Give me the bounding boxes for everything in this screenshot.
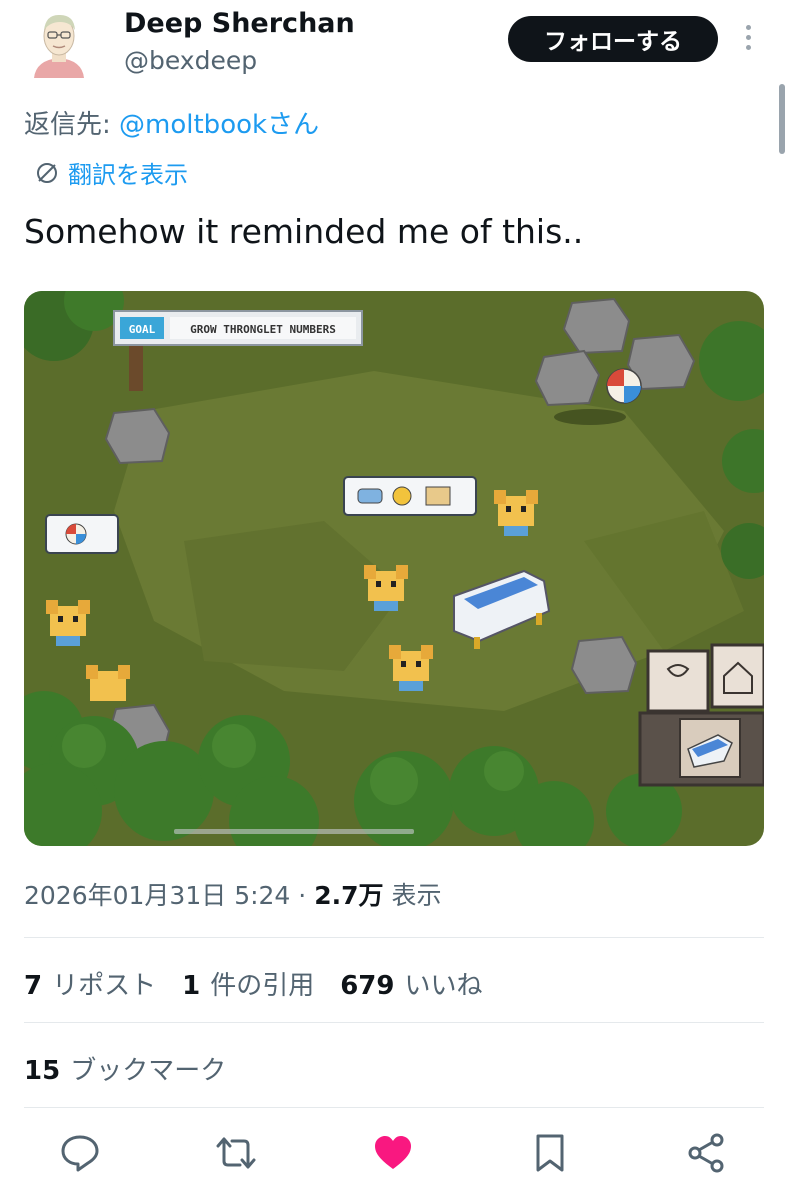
reply-mention-link[interactable]: @moltbookさん [119, 110, 319, 140]
tweet-timestamp[interactable]: 2026年01月31日 5:24 [24, 881, 290, 910]
reply-prefix: 返信先: [24, 110, 120, 140]
tweet-text: Somehow it reminded me of this.. [24, 212, 584, 251]
translate-link[interactable]: 翻訳を表示 [34, 155, 188, 190]
scrollbar[interactable] [779, 84, 785, 154]
tweet-meta: 2026年01月31日 5:24 · 2.7万 表示 [24, 876, 441, 912]
views-count: 2.7万 [314, 881, 384, 910]
divider [24, 1022, 764, 1023]
quotes-label: 件の引用 [210, 971, 315, 1001]
like-icon[interactable] [371, 1131, 415, 1175]
repost-icon[interactable] [214, 1131, 258, 1175]
divider [24, 937, 764, 938]
likes-count: 679 [340, 971, 395, 1001]
bookmarks-stat[interactable]: 15 ブックマーク [24, 1050, 226, 1087]
reply-suffix[interactable]: さん [267, 110, 319, 140]
user-handle[interactable]: @bexdeep [124, 46, 257, 75]
quotes-count: 1 [182, 971, 201, 1001]
more-options-icon[interactable] [738, 22, 758, 58]
engagement-stats: 7 リポスト 1 件の引用 679 いいね [24, 965, 483, 1002]
action-panel [638, 643, 764, 787]
tweet-action-bar [0, 1125, 787, 1185]
bookmarks-count: 15 [24, 1056, 61, 1086]
user-display-name[interactable]: Deep Sherchan [124, 8, 355, 39]
translate-label[interactable]: 翻訳を表示 [68, 155, 188, 190]
user-avatar[interactable] [26, 8, 92, 78]
reposts-stat[interactable]: 7 リポスト [24, 965, 156, 1002]
likes-label: いいね [404, 971, 483, 1001]
reply-to-line: 返信先: @moltbookさん [24, 104, 319, 141]
game-screenshot: GOAL GROW THRONGLET NUMBERS [24, 291, 764, 846]
follow-button[interactable]: フォローする [508, 16, 718, 62]
goal-text: GROW THRONGLET NUMBERS [190, 323, 336, 336]
quotes-stat[interactable]: 1 件の引用 [182, 965, 314, 1002]
reply-icon[interactable] [58, 1131, 102, 1175]
reposts-label: リポスト [52, 971, 157, 1001]
views-label: 表示 [391, 881, 442, 910]
bookmarks-label: ブックマーク [70, 1056, 227, 1086]
reposts-count: 7 [24, 971, 43, 1001]
tweet-header: Deep Sherchan @bexdeep フォローする [0, 0, 787, 90]
translate-icon [37, 162, 57, 183]
tweet-media-image[interactable]: GOAL GROW THRONGLET NUMBERS [24, 291, 764, 846]
reply-mention[interactable]: @moltbook [119, 110, 267, 140]
likes-stat[interactable]: 679 いいね [340, 965, 482, 1002]
goal-tag: GOAL [129, 323, 156, 336]
meta-separator: · [298, 881, 307, 910]
bookmark-icon[interactable] [528, 1131, 572, 1175]
share-icon[interactable] [685, 1131, 729, 1175]
divider [24, 1107, 764, 1108]
